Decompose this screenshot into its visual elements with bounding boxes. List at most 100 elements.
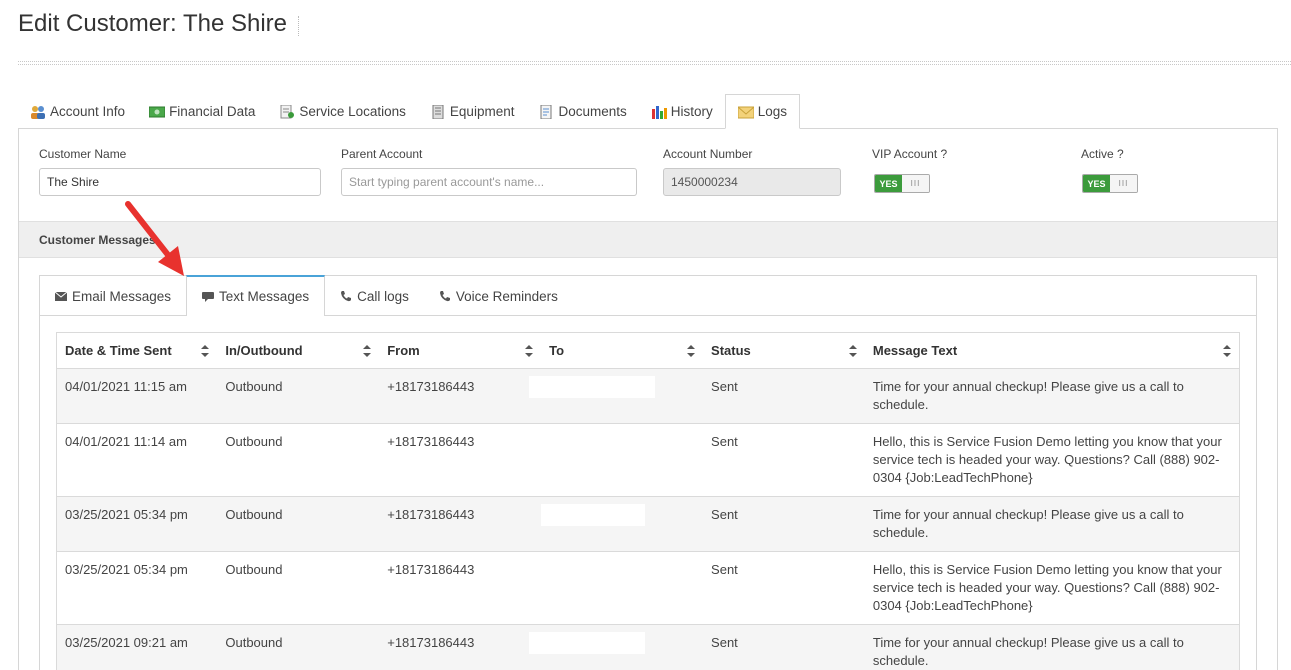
tab-label: Documents: [558, 104, 627, 119]
cell-direction: Outbound: [217, 496, 380, 552]
cell-status: Sent: [703, 551, 865, 625]
tab-call-logs[interactable]: Call logs: [325, 276, 424, 316]
tab-text-messages[interactable]: Text Messages: [186, 275, 326, 316]
chat-bubble-icon: [202, 291, 215, 302]
cell-message: Hello, this is Service Fusion Demo letti…: [864, 551, 1240, 625]
cell-to: [541, 423, 704, 497]
cell-date: 03/25/2021 05:34 pm: [56, 551, 218, 625]
cell-message: Time for your annual checkup! Please giv…: [864, 496, 1240, 552]
phone-icon: [439, 291, 450, 302]
cell-status: Sent: [703, 624, 865, 670]
money-icon: [149, 106, 166, 117]
cell-date: 03/25/2021 09:21 am: [56, 624, 218, 670]
table-row: 03/25/2021 09:21 am Outbound +1817318644…: [56, 624, 1240, 670]
sort-icon: [848, 345, 857, 357]
cell-status: Sent: [703, 423, 865, 497]
cell-direction: Outbound: [217, 624, 380, 670]
table-header-row: Date & Time Sent In/Outbound From To Sta…: [56, 332, 1240, 369]
toggle-knob-icon: III: [1110, 175, 1137, 192]
column-header-from[interactable]: From: [379, 332, 542, 369]
tab-label: Logs: [757, 104, 788, 119]
cell-status: Sent: [703, 496, 865, 552]
column-header-date[interactable]: Date & Time Sent: [56, 332, 218, 369]
table-row: 04/01/2021 11:14 am Outbound +1817318644…: [56, 423, 1240, 497]
cell-to: [541, 551, 704, 625]
column-header-direction[interactable]: In/Outbound: [217, 332, 380, 369]
active-label: Active ?: [1081, 147, 1124, 161]
page-title: Edit Customer: The Shire: [18, 10, 288, 37]
equipment-icon: [432, 104, 444, 119]
column-header-to[interactable]: To: [541, 332, 704, 369]
toggle-on-label: YES: [875, 175, 902, 192]
table-row: 03/25/2021 05:34 pm Outbound +1817318644…: [56, 551, 1240, 625]
main-tabs: Account Info Financial Data Service Loca…: [18, 94, 801, 129]
document-icon: [540, 104, 552, 119]
envelope-icon: [55, 291, 67, 301]
toggle-on-label: YES: [1083, 175, 1110, 192]
cell-direction: Outbound: [217, 368, 380, 424]
tab-label: Equipment: [449, 104, 515, 119]
tab-label: Email Messages: [72, 288, 172, 304]
tab-label: Financial Data: [169, 104, 256, 119]
tab-history[interactable]: History: [639, 94, 725, 129]
table-row: 03/25/2021 05:34 pm Outbound +1817318644…: [56, 496, 1240, 552]
sort-icon: [525, 345, 534, 357]
customer-name-input[interactable]: [39, 168, 321, 196]
cell-date: 04/01/2021 11:14 am: [56, 423, 218, 497]
history-chart-icon: [651, 105, 667, 119]
tab-label: Text Messages: [219, 289, 310, 304]
cell-to: [529, 624, 704, 670]
redacted-number: [529, 376, 656, 398]
cell-message: Time for your annual checkup! Please giv…: [864, 624, 1240, 670]
toggle-knob-icon: III: [902, 175, 929, 192]
tab-label: History: [670, 104, 713, 119]
cell-from: +18173186443: [379, 551, 542, 625]
column-header-message[interactable]: Message Text: [864, 332, 1240, 369]
cell-status: Sent: [703, 368, 865, 424]
account-number-input: [663, 168, 841, 196]
tab-logs[interactable]: Logs: [724, 94, 801, 129]
message-tabs: Email Messages Text Messages Call logs V…: [40, 275, 1256, 316]
cell-to: [529, 368, 704, 424]
cell-date: 04/01/2021 11:15 am: [56, 368, 218, 424]
title-separator: [298, 16, 299, 36]
vip-account-label: VIP Account ?: [872, 147, 948, 161]
tab-label: Service Locations: [299, 104, 406, 119]
tab-equipment[interactable]: Equipment: [418, 94, 527, 129]
cell-direction: Outbound: [217, 423, 380, 497]
envelope-icon: [737, 106, 754, 118]
title-divider: [18, 61, 1291, 65]
tab-voice-reminders[interactable]: Voice Reminders: [424, 276, 573, 316]
cell-from: +18173186443: [379, 496, 542, 552]
tab-documents[interactable]: Documents: [526, 94, 638, 129]
tab-label: Account Info: [50, 104, 126, 119]
cell-from: +18173186443: [379, 423, 542, 497]
messages-box: Email Messages Text Messages Call logs V…: [39, 275, 1257, 670]
vip-account-toggle[interactable]: YES III: [874, 174, 930, 193]
cell-message: Time for your annual checkup! Please giv…: [864, 368, 1240, 424]
location-doc-icon: [280, 104, 295, 118]
logs-panel: Customer Name Parent Account Account Num…: [18, 128, 1278, 670]
column-header-status[interactable]: Status: [703, 332, 865, 369]
account-number-label: Account Number: [663, 147, 753, 161]
sort-icon: [687, 345, 696, 357]
customer-name-label: Customer Name: [39, 147, 127, 161]
redacted-number: [529, 632, 646, 654]
table-row: 04/01/2021 11:15 am Outbound +1817318644…: [56, 368, 1240, 424]
parent-account-input[interactable]: [341, 168, 637, 196]
parent-account-label: Parent Account: [341, 147, 423, 161]
tab-email-messages[interactable]: Email Messages: [40, 276, 186, 316]
tab-account-info[interactable]: Account Info: [18, 94, 137, 129]
sort-icon: [363, 345, 372, 357]
tab-financial-data[interactable]: Financial Data: [137, 94, 267, 129]
sort-icon: [1223, 345, 1231, 357]
cell-to: [541, 496, 704, 552]
section-title: Customer Messages: [39, 233, 156, 247]
cell-message: Hello, this is Service Fusion Demo letti…: [864, 423, 1240, 497]
cell-from: +18173186443: [379, 624, 542, 670]
tab-service-locations[interactable]: Service Locations: [267, 94, 418, 129]
active-toggle[interactable]: YES III: [1082, 174, 1138, 193]
cell-direction: Outbound: [217, 551, 380, 625]
customer-messages-header: Customer Messages: [19, 221, 1277, 258]
cell-date: 03/25/2021 05:34 pm: [56, 496, 218, 552]
